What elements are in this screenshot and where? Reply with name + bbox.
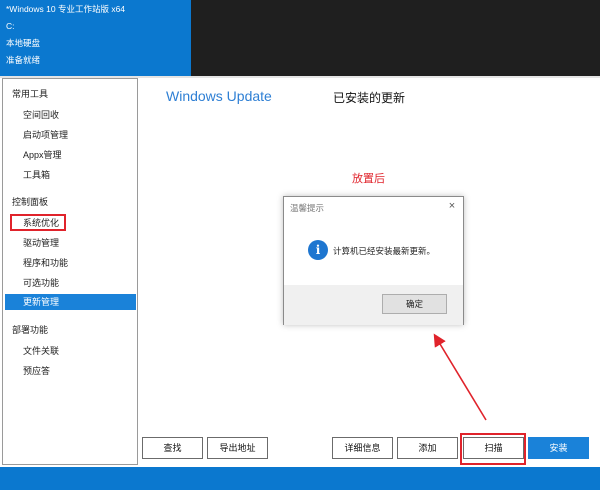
export-address-button[interactable]: 导出地址	[207, 437, 268, 459]
details-button[interactable]: 详细信息	[332, 437, 393, 459]
annotation-arrow	[433, 333, 487, 421]
annotation-scan-box	[460, 433, 526, 465]
install-button[interactable]: 安装	[528, 437, 589, 459]
find-button[interactable]: 查找	[142, 437, 203, 459]
add-button[interactable]: 添加	[397, 437, 458, 459]
status-bar	[0, 467, 600, 490]
